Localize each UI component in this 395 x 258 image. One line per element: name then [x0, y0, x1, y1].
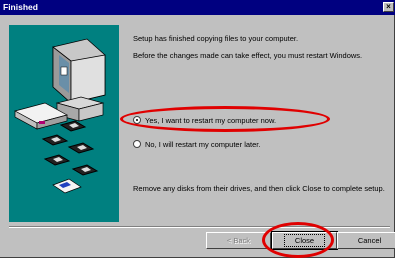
window-title: Finished	[3, 2, 38, 12]
restart-now-option[interactable]: Yes, I want to restart my computer now.	[133, 114, 276, 126]
restart-later-label: No, I will restart my computer later.	[145, 139, 261, 149]
computer-disks-illustration	[14, 38, 106, 194]
setup-finished-message: Setup has finished copying files to your…	[133, 34, 299, 43]
floppy-disk-icon	[67, 142, 95, 154]
floppy-disk-icon	[71, 164, 99, 176]
title-bar: Finished ×	[0, 0, 395, 15]
setup-finished-dialog: Finished × Setup has finished copying fi…	[0, 0, 395, 258]
restart-required-message: Before the changes made can take effect,…	[133, 51, 363, 60]
floppy-disk-icon	[52, 178, 82, 194]
radio-selected-icon[interactable]	[133, 116, 141, 124]
setup-illustration	[9, 25, 119, 222]
remove-disks-instruction: Remove any disks from their drives, and …	[133, 184, 385, 193]
close-button-label: Close	[283, 234, 326, 247]
restart-now-label: Yes, I want to restart my computer now.	[145, 115, 277, 125]
back-button[interactable]: < Back	[206, 232, 271, 249]
radio-unselected-icon[interactable]	[133, 140, 141, 148]
close-icon: ×	[386, 2, 391, 11]
divider	[9, 226, 390, 228]
cancel-button[interactable]: Cancel	[337, 232, 395, 249]
floppy-disk-icon	[43, 154, 71, 166]
cancel-button-label: Cancel	[357, 236, 382, 245]
close-window-button[interactable]: ×	[383, 2, 394, 12]
computer-icon	[52, 38, 106, 122]
restart-later-option[interactable]: No, I will restart my computer later.	[133, 138, 260, 150]
close-button[interactable]: Close	[271, 231, 338, 250]
floppy-disk-icon	[59, 120, 87, 132]
back-button-label: < Back	[226, 236, 251, 245]
floppy-disk-icon	[41, 134, 69, 146]
